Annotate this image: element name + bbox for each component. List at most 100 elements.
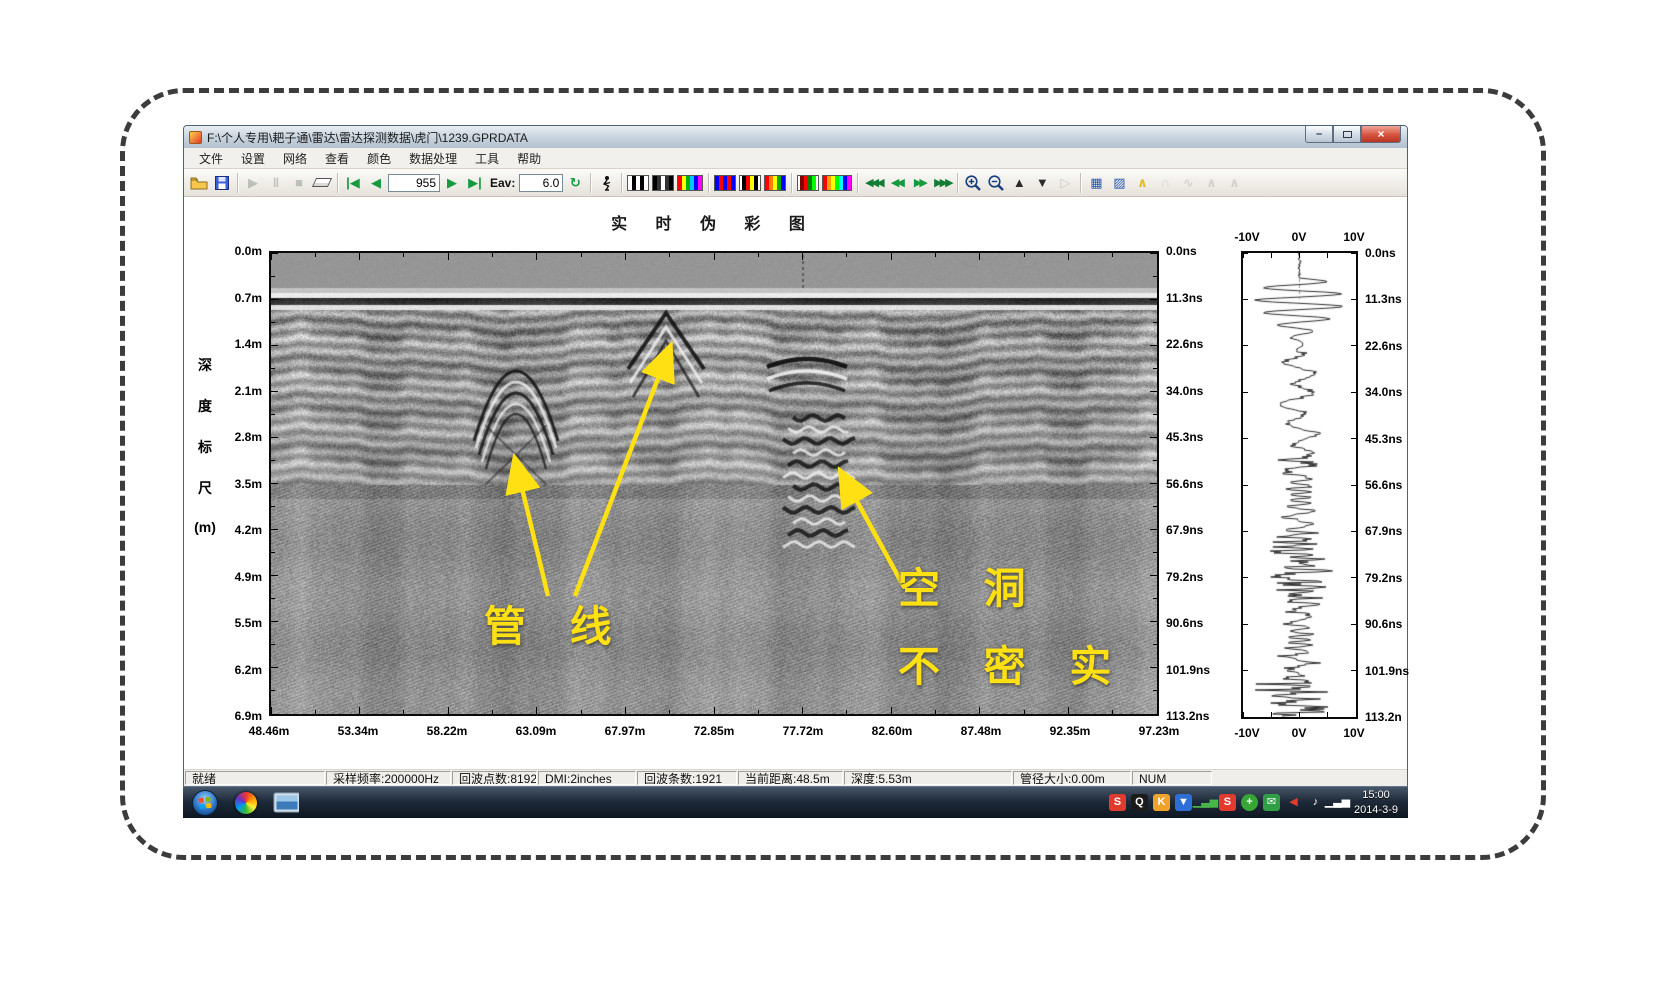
prev-trace-button[interactable]: ◀ (365, 171, 387, 195)
zoom-out-button[interactable] (985, 171, 1007, 195)
menu-network[interactable]: 网络 (274, 148, 316, 169)
palette-2-button[interactable] (652, 175, 674, 191)
grid-view-button[interactable]: ▦ (1085, 171, 1107, 195)
play-forward-button[interactable]: ▷ (1054, 171, 1076, 195)
depth-label: 2.1m (210, 384, 262, 398)
axis-tick (359, 707, 360, 714)
peak-pick-button[interactable]: ∧ (1131, 171, 1153, 195)
menu-settings[interactable]: 设置 (232, 148, 274, 169)
toolbar-separator (590, 173, 591, 193)
start-button[interactable] (191, 789, 219, 817)
scroll-up-button[interactable]: ▲ (1008, 171, 1030, 195)
key-tray-icon[interactable]: K (1153, 794, 1170, 811)
forward-fast-button[interactable]: ▶▶▶ (931, 171, 953, 195)
axis-tick (846, 253, 847, 257)
titlebar[interactable]: F:\个人专用\耙子通\雷达\雷达探测数据\虎门\1239.GPRDATA – … (184, 126, 1407, 148)
menu-help[interactable]: 帮助 (508, 148, 550, 169)
play-button[interactable]: ▶ (242, 171, 264, 195)
network-tray-icon[interactable]: ▁▃▅ (1329, 794, 1346, 811)
menu-file[interactable]: 文件 (190, 148, 232, 169)
axis-tick (979, 707, 980, 714)
axis-tick (1153, 644, 1157, 645)
depth-label: 4.9m (210, 570, 262, 584)
axis-tick (891, 707, 892, 714)
distance-label: 72.85m (674, 724, 754, 738)
plus-tray-icon[interactable]: + (1241, 794, 1258, 811)
zoom-in-button[interactable] (962, 171, 984, 195)
palette-7-button[interactable] (797, 175, 819, 191)
axis-tick (271, 575, 278, 576)
trace-number-input[interactable] (388, 174, 440, 192)
maximize-button[interactable] (1333, 126, 1361, 143)
headphone-button[interactable]: ∩ (1154, 171, 1176, 195)
marker-b-button[interactable]: ∧ (1223, 171, 1245, 195)
wiggle-view-button[interactable]: ▨ (1108, 171, 1130, 195)
menu-tools[interactable]: 工具 (466, 148, 508, 169)
taskbar-app-pinwheel[interactable] (233, 790, 259, 816)
rewind-button[interactable]: ◀◀ (885, 171, 907, 195)
palette-8-button[interactable] (822, 175, 852, 191)
marker-a-button[interactable]: ∧ (1200, 171, 1222, 195)
palette-3-button[interactable] (677, 175, 703, 191)
palette-4-button[interactable] (714, 175, 736, 191)
refresh-button[interactable]: ↻ (564, 171, 586, 195)
depth-label: 0.7m (210, 291, 262, 305)
shield-tray-icon[interactable]: ▼ (1175, 794, 1192, 811)
forward-button[interactable]: ▶▶ (908, 171, 930, 195)
palette-6-button[interactable] (764, 175, 786, 191)
media-tray-icon[interactable]: ◀ (1285, 794, 1302, 811)
window-title: F:\个人专用\耙子通\雷达\雷达探测数据\虎门\1239.GPRDATA (207, 129, 528, 146)
wave-tool-button[interactable]: ∿ (1177, 171, 1199, 195)
next-trace-button[interactable]: ▶ (441, 171, 463, 195)
palette-1-button[interactable] (627, 175, 649, 191)
wave-volt-top-label: -10V (1234, 230, 1259, 244)
axis-tick (625, 707, 626, 714)
wave-time-label: 56.6ns (1365, 478, 1421, 492)
toolbar-separator (791, 173, 792, 193)
axis-tick (271, 621, 278, 622)
waveform-frame (1241, 251, 1358, 719)
eav-input[interactable] (519, 174, 563, 192)
save-button[interactable] (211, 171, 233, 195)
signal-tray-icon[interactable]: ▁▃▅ (1197, 794, 1214, 811)
open-button[interactable] (188, 171, 210, 195)
rewind-fast-button[interactable]: ◀◀◀ (862, 171, 884, 195)
menu-color[interactable]: 颜色 (358, 148, 400, 169)
palette-5-button[interactable] (739, 175, 761, 191)
axis-tick (1351, 577, 1356, 578)
wave-time-label: 113.2n (1365, 710, 1421, 724)
wave-time-label: 79.2ns (1365, 571, 1421, 585)
time-label: 11.3ns (1166, 291, 1226, 305)
axis-tick (271, 322, 275, 323)
roam-button[interactable] (595, 171, 617, 195)
message-tray-icon[interactable]: ✉ (1263, 794, 1280, 811)
taskbar-clock[interactable]: 15:00 2014-3-9 (1354, 788, 1398, 818)
axis-tick (581, 710, 582, 714)
menu-data-processing[interactable]: 数据处理 (400, 148, 466, 169)
axis-tick (758, 710, 759, 714)
sogou-input-tray-icon[interactable]: S (1219, 794, 1236, 811)
scroll-down-button[interactable]: ▼ (1031, 171, 1053, 195)
menu-view[interactable]: 查看 (316, 148, 358, 169)
maximize-icon (1343, 131, 1352, 138)
axis-tick (1271, 712, 1272, 717)
distance-label: 48.46m (229, 724, 309, 738)
distance-label: 67.97m (585, 724, 665, 738)
close-button[interactable]: × (1361, 126, 1401, 143)
clock-time: 15:00 (1354, 788, 1398, 803)
cavity-annotation-line2: 不 密 实 (898, 633, 1127, 694)
menu-bar: 文件设置网络查看颜色数据处理工具帮助 (184, 148, 1407, 169)
stop-button[interactable]: ■ (288, 171, 310, 195)
sogou-tray-icon[interactable]: S (1109, 794, 1126, 811)
taskbar-app-window-preview[interactable] (273, 790, 299, 816)
toolbar-separator (621, 173, 622, 193)
last-trace-button[interactable]: ▶| (464, 171, 486, 195)
time-label: 67.9ns (1166, 523, 1226, 537)
first-trace-button[interactable]: |◀ (342, 171, 364, 195)
minimize-button[interactable]: – (1305, 126, 1333, 143)
qq-tray-icon[interactable]: Q (1131, 794, 1148, 811)
axis-tick (1112, 253, 1113, 257)
pause-button[interactable]: ‖ (265, 171, 287, 195)
eraser-button[interactable] (311, 171, 333, 195)
volume-tray-icon[interactable]: ♪ (1307, 794, 1324, 811)
